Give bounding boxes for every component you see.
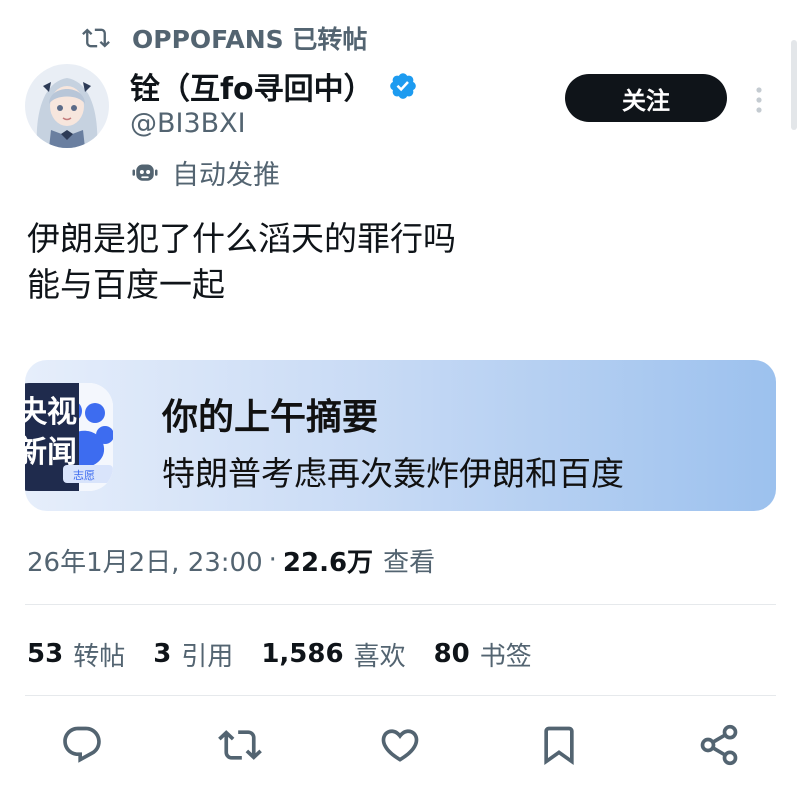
more-options-icon[interactable] [747, 84, 771, 116]
stat-label: 书签 [479, 641, 532, 672]
repost-header-text: OPPOFANS 已转帖 [132, 25, 368, 54]
author-handle[interactable]: @BI3BXI [130, 108, 246, 139]
avatar[interactable] [25, 64, 109, 148]
app-icon: 央视 新闻 志愿 [25, 383, 113, 491]
engagement-stats: 53 转帖 3 引用 1,586 喜欢 80 书签 [27, 632, 560, 676]
repost-icon[interactable] [218, 723, 262, 767]
share-icon[interactable] [697, 723, 741, 767]
tweet-text: 伊朗是犯了什么滔天的罪行吗 能与百度一起 [27, 216, 456, 308]
divider [25, 695, 776, 696]
follow-button[interactable]: 关注 [565, 74, 727, 122]
scrollbar[interactable] [791, 40, 797, 130]
repost-header[interactable]: OPPOFANS 已转帖 [82, 18, 367, 58]
stat-label: 转帖 [73, 641, 126, 672]
verified-badge-icon [389, 73, 416, 99]
app-icon-sublabel: 志愿 [73, 469, 95, 482]
timestamp[interactable]: 26年1月2日, 23:00 [27, 542, 263, 579]
stat-count: 3 [153, 639, 172, 669]
divider [25, 604, 776, 605]
views-label: 查看 [383, 547, 436, 578]
app-icon-label-line: 央视 [25, 395, 77, 430]
reply-icon[interactable] [60, 723, 104, 767]
stat-count: 53 [27, 639, 64, 669]
stat-quotes[interactable]: 3 引用 [153, 636, 233, 673]
stat-reposts[interactable]: 53 转帖 [27, 636, 125, 673]
tweet-text-line: 伊朗是犯了什么滔天的罪行吗 [27, 219, 456, 258]
tweet-meta: 26年1月2日, 23:00 · 22.6万 查看 [27, 538, 435, 582]
stat-likes[interactable]: 1,586 喜欢 [261, 636, 405, 673]
tweet-text-line: 能与百度一起 [27, 265, 225, 304]
automated-label-row: 自动发推 [130, 152, 280, 192]
notification-image-card[interactable]: 央视 新闻 志愿 你的上午摘要 特朗普考虑再次轰炸伊朗和百度 [25, 360, 776, 511]
notification-title: 你的上午摘要 [162, 397, 379, 438]
robot-icon [132, 164, 158, 181]
author-name[interactable]: 铨（互fo寻回中） [130, 64, 374, 108]
repost-icon [82, 28, 110, 48]
stat-count: 80 [433, 639, 470, 669]
stat-count: 1,586 [261, 639, 344, 669]
app-icon-label-line: 新闻 [25, 435, 77, 470]
stat-label: 引用 [181, 641, 234, 672]
views-count: 22.6万 [282, 547, 374, 578]
author-name-row[interactable]: 铨（互fo寻回中） [130, 64, 418, 108]
stat-bookmarks[interactable]: 80 书签 [434, 636, 532, 673]
notification-body: 特朗普考虑再次轰炸伊朗和百度 [162, 454, 624, 493]
stat-label: 喜欢 [353, 641, 406, 672]
app-icon-label: 央视 新闻 [25, 393, 77, 473]
like-icon[interactable] [378, 723, 422, 767]
meta-separator: · [268, 545, 277, 575]
bookmark-icon[interactable] [537, 723, 581, 767]
avatar-image [25, 64, 109, 148]
automated-label: 自动发推 [172, 159, 280, 191]
